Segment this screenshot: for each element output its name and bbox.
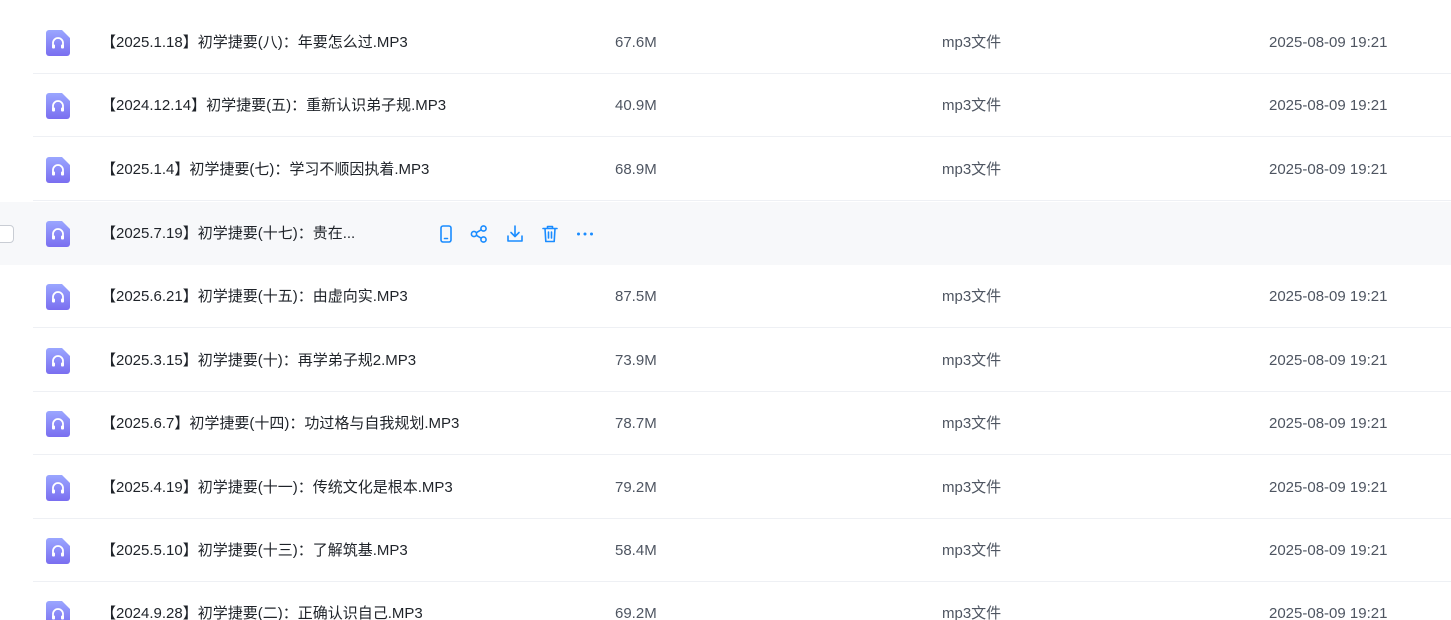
row-divider (33, 200, 1451, 201)
file-name[interactable]: 【2025.7.19】初学捷要(十七)：贵在... (101, 224, 355, 244)
file-type: mp3文件 (942, 34, 1002, 51)
file-size: 79.2M (615, 479, 657, 496)
file-date: 2025-08-09 19:21 (1269, 161, 1388, 178)
file-row[interactable]: 【2025.5.10】初学捷要(十三)：了解筑基.MP3 58.4M mp3文件… (0, 519, 1451, 582)
file-row[interactable]: 【2025.1.18】初学捷要(八)：年要怎么过.MP3 67.6M mp3文件… (0, 11, 1451, 74)
phone-icon[interactable] (435, 223, 457, 245)
row-divider (33, 454, 1451, 455)
share-icon[interactable] (468, 223, 490, 245)
file-type: mp3文件 (942, 605, 1002, 620)
file-name[interactable]: 【2025.5.10】初学捷要(十三)：了解筑基.MP3 (101, 541, 408, 561)
audio-file-icon (46, 601, 70, 620)
file-row[interactable]: 【2024.12.14】初学捷要(五)：重新认识弟子规.MP3 40.9M mp… (0, 74, 1451, 137)
file-date: 2025-08-09 19:21 (1269, 415, 1388, 432)
audio-file-icon (46, 348, 70, 374)
file-row[interactable]: 【2025.4.19】初学捷要(十一)：传统文化是根本.MP3 79.2M mp… (0, 456, 1451, 519)
file-date: 2025-08-09 19:21 (1269, 605, 1388, 620)
row-divider (33, 327, 1451, 328)
file-row-hovered[interactable]: 【2025.7.19】初学捷要(十七)：贵在... (0, 202, 1451, 265)
file-name[interactable]: 【2025.3.15】初学捷要(十)：再学弟子规2.MP3 (101, 351, 416, 371)
file-name[interactable]: 【2025.4.19】初学捷要(十一)：传统文化是根本.MP3 (101, 478, 453, 498)
file-name[interactable]: 【2025.6.21】初学捷要(十五)：由虚向实.MP3 (101, 287, 408, 307)
file-type: mp3文件 (942, 542, 1002, 559)
file-type: mp3文件 (942, 161, 1002, 178)
file-row[interactable]: 【2025.1.4】初学捷要(七)：学习不顺因执着.MP3 68.9M mp3文… (0, 138, 1451, 201)
file-date: 2025-08-09 19:21 (1269, 34, 1388, 51)
audio-file-icon (46, 30, 70, 56)
file-size: 87.5M (615, 288, 657, 305)
file-row[interactable]: 【2024.9.28】初学捷要(二)：正确认识自己.MP3 69.2M mp3文… (0, 582, 1451, 620)
audio-file-icon (46, 411, 70, 437)
file-size: 69.2M (615, 605, 657, 620)
file-type: mp3文件 (942, 288, 1002, 305)
file-date: 2025-08-09 19:21 (1269, 97, 1388, 114)
file-size: 40.9M (615, 97, 657, 114)
file-size: 73.9M (615, 352, 657, 369)
file-row[interactable]: 【2025.6.21】初学捷要(十五)：由虚向实.MP3 87.5M mp3文件… (0, 265, 1451, 328)
audio-file-icon (46, 157, 70, 183)
file-list: 【2025.1.18】初学捷要(八)：年要怎么过.MP3 67.6M mp3文件… (0, 0, 1451, 620)
file-type: mp3文件 (942, 97, 1002, 114)
file-name[interactable]: 【2025.1.18】初学捷要(八)：年要怎么过.MP3 (101, 33, 408, 53)
audio-file-icon (46, 284, 70, 310)
download-icon[interactable] (504, 223, 526, 245)
file-row[interactable]: 【2025.6.7】初学捷要(十四)：功过格与自我规划.MP3 78.7M mp… (0, 392, 1451, 455)
row-checkbox[interactable] (0, 225, 14, 243)
file-date: 2025-08-09 19:21 (1269, 288, 1388, 305)
audio-file-icon (46, 221, 70, 247)
file-size: 67.6M (615, 34, 657, 51)
file-name[interactable]: 【2024.12.14】初学捷要(五)：重新认识弟子规.MP3 (101, 96, 446, 116)
file-type: mp3文件 (942, 352, 1002, 369)
file-type: mp3文件 (942, 479, 1002, 496)
file-date: 2025-08-09 19:21 (1269, 542, 1388, 559)
file-name[interactable]: 【2024.9.28】初学捷要(二)：正确认识自己.MP3 (101, 604, 423, 620)
file-name[interactable]: 【2025.1.4】初学捷要(七)：学习不顺因执着.MP3 (101, 160, 429, 180)
audio-file-icon (46, 93, 70, 119)
file-row[interactable]: 【2025.3.15】初学捷要(十)：再学弟子规2.MP3 73.9M mp3文… (0, 329, 1451, 392)
file-size: 58.4M (615, 542, 657, 559)
file-size: 68.9M (615, 161, 657, 178)
trash-icon[interactable] (539, 223, 561, 245)
file-name[interactable]: 【2025.6.7】初学捷要(十四)：功过格与自我规划.MP3 (101, 414, 459, 434)
audio-file-icon (46, 538, 70, 564)
file-type: mp3文件 (942, 415, 1002, 432)
audio-file-icon (46, 475, 70, 501)
file-date: 2025-08-09 19:21 (1269, 479, 1388, 496)
file-date: 2025-08-09 19:21 (1269, 352, 1388, 369)
row-divider (33, 136, 1451, 137)
file-size: 78.7M (615, 415, 657, 432)
more-icon[interactable] (574, 223, 596, 245)
